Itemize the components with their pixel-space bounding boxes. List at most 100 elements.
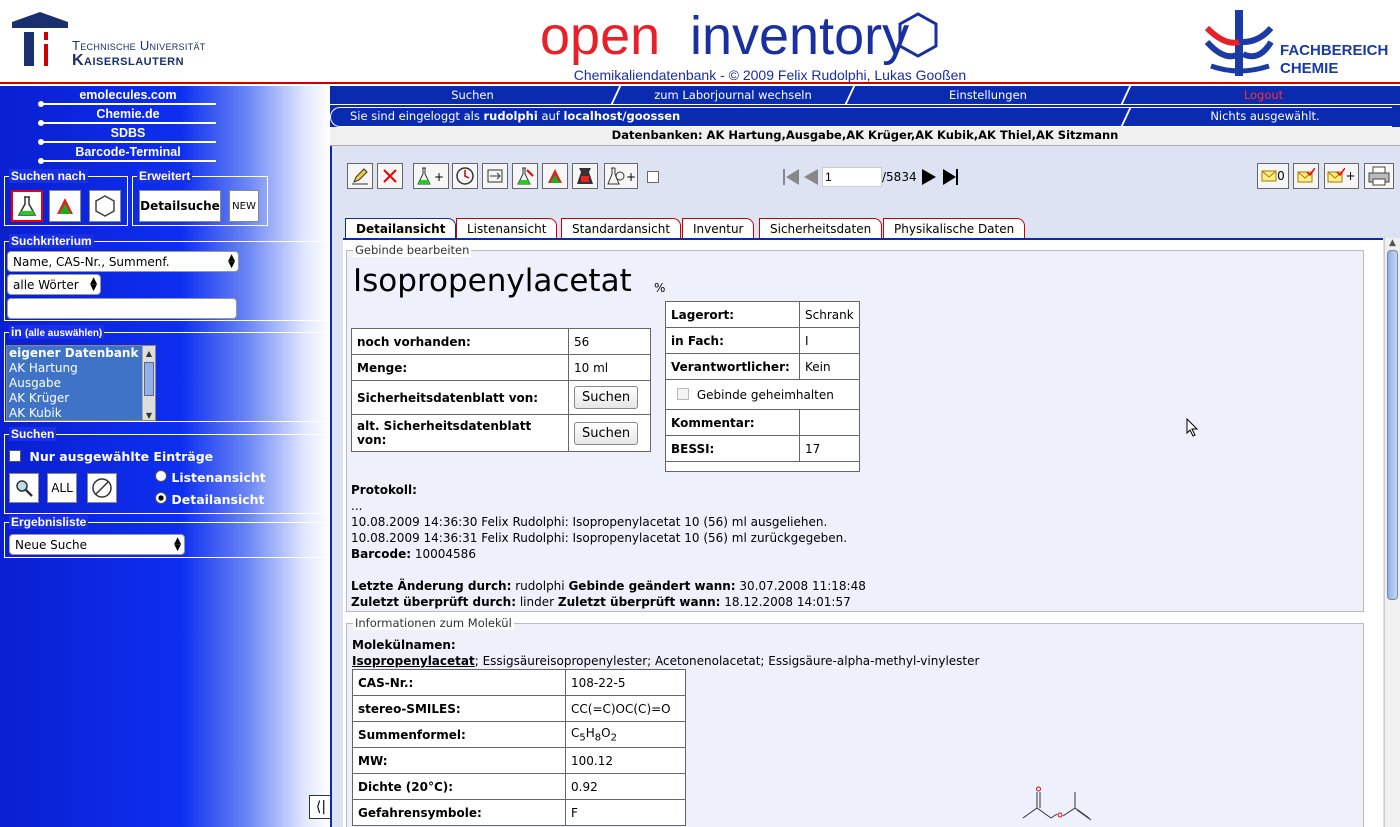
tab-sicherheitsdaten[interactable]: Sicherheitsdaten (759, 218, 883, 238)
words-select[interactable]: alle Wörter ▲ ▼ (7, 274, 101, 295)
in-label: in (11, 325, 22, 339)
ueberprueft-wann-label: Zuletzt überprüft wann: (557, 595, 721, 609)
scroll-thumb[interactable] (1387, 250, 1398, 600)
nav-suchen[interactable]: Suchen (330, 86, 615, 104)
sdb-search-button[interactable]: Suchen (574, 386, 639, 409)
no-entry-icon (92, 478, 112, 498)
kommentar-label: Kommentar: (665, 409, 800, 436)
search-add-button[interactable]: + (604, 163, 638, 189)
login-user: rudolphi (483, 109, 538, 123)
reset-search-button[interactable] (87, 473, 117, 503)
header: Technische Universität Kaiserslautern op… (0, 0, 1400, 84)
next-page-button[interactable] (920, 167, 938, 187)
search-button[interactable] (9, 473, 39, 503)
link-chemie-de[interactable]: Chemie.de (38, 107, 216, 126)
protokoll-dots: ... (351, 499, 363, 513)
delete-button[interactable] (377, 163, 403, 189)
last-page-button[interactable] (940, 167, 960, 187)
in-legend: in (alle auswählen) (9, 325, 105, 339)
search-all-button[interactable]: ALL (47, 473, 77, 503)
ergebnis-select[interactable]: Neue Suche ▲ ▼ (9, 534, 185, 555)
molekuel-legend: Informationen zum Molekül (353, 616, 514, 630)
mail-inbox-button[interactable]: 0 (1257, 163, 1289, 189)
history-button[interactable] (452, 163, 478, 189)
lagerort-label: Lagerort: (665, 301, 800, 328)
nur-ausgewaehlte-checkbox[interactable] (9, 450, 21, 462)
letzte-label: Letzte Änderung durch: (351, 579, 512, 593)
database-list[interactable]: eigener Datenbank AK Hartung Ausgabe AK … (6, 345, 156, 421)
next-page-icon (922, 169, 936, 185)
gefahrensymbole-value: F (565, 799, 686, 827)
tab-inventur[interactable]: Inventur (682, 218, 755, 238)
tab-standardansicht[interactable]: Standardansicht (561, 218, 682, 238)
tab-detailansicht[interactable]: Detailansicht (345, 218, 457, 239)
table-row: Gefahrensymbole: F (352, 799, 686, 827)
flask-arrow-icon (517, 167, 534, 185)
molecule-button[interactable] (542, 163, 568, 189)
search-structure-button[interactable] (89, 190, 121, 222)
list-scrollbar[interactable]: ▲ ▼ (142, 346, 155, 420)
link-barcode-terminal[interactable]: Barcode-Terminal (38, 145, 216, 164)
tab-listenansicht[interactable]: Listenansicht (456, 218, 558, 238)
database-list-item[interactable]: eigener Datenbank (7, 346, 155, 361)
geheim-cell: Gebinde geheimhalten (665, 379, 860, 410)
nur-ausgewaehlte-label: Nur ausgewählte Einträge (29, 449, 214, 464)
chevron-up-icon: ▲ (145, 349, 153, 358)
database-list-item[interactable]: AK Krüger (7, 391, 155, 406)
storage-button[interactable] (572, 163, 598, 189)
link-sdbs[interactable]: SDBS (38, 126, 216, 145)
protokoll-label: Protokoll: (351, 483, 417, 497)
table-row: Menge: 10 ml (351, 354, 651, 381)
database-list-item[interactable]: AK Hartung (7, 361, 155, 376)
radio-checked-icon (155, 492, 167, 504)
nav-einstellungen[interactable]: Einstellungen (851, 86, 1125, 104)
link-emolecules[interactable]: emolecules.com (38, 88, 216, 107)
first-page-button[interactable] (782, 167, 802, 187)
criterion-select[interactable]: Name, CAS-Nr., Summenf. ▲ ▼ (7, 251, 239, 272)
top-navigation: Suchen zum Laborjournal wechseln Einstel… (330, 86, 1400, 104)
sdb-label: Sicherheitsdatenblatt von: (351, 380, 569, 415)
geheim-checkbox[interactable] (677, 387, 689, 400)
database-list-item[interactable]: Ausgabe (7, 376, 155, 391)
add-chemical-button[interactable]: + (413, 163, 449, 189)
table-row: Lagerort: Schrank (665, 301, 860, 328)
page-total: /5834 (882, 170, 917, 184)
fachbereich-text: FACHBEREICH CHEMIE (1280, 42, 1388, 78)
select-checkbox[interactable] (647, 171, 659, 183)
chevron-up-icon[interactable]: ▲ (1385, 238, 1400, 248)
nav-logout[interactable]: Logout (1127, 86, 1400, 104)
new-button[interactable]: NEW (229, 190, 259, 222)
scroll-thumb[interactable] (144, 362, 154, 396)
database-list-item[interactable]: AK Kubik (7, 406, 155, 420)
mail-add-button[interactable]: + (1324, 163, 1359, 189)
barcode-value: 10004586 (414, 547, 476, 561)
noch-vorhanden-label: noch vorhanden: (351, 328, 569, 355)
alle-auswaehlen-link[interactable]: (alle auswählen) (25, 328, 102, 339)
nav-laborjournal[interactable]: zum Laborjournal wechseln (617, 86, 849, 104)
print-button[interactable] (1364, 163, 1394, 189)
search-molecules-button[interactable] (49, 190, 81, 222)
transfer-button[interactable] (482, 163, 508, 189)
prev-page-button[interactable] (802, 167, 820, 187)
search-chemicals-button[interactable] (11, 190, 43, 222)
borrow-button[interactable] (512, 163, 538, 189)
database-bar: Datenbanken: AK Hartung,Ausgabe,AK Krüge… (330, 127, 1400, 146)
content-scrollbar[interactable]: ▲ (1384, 238, 1400, 827)
menge-label: Menge: (351, 354, 569, 381)
search-input[interactable] (7, 298, 237, 319)
sidebar: emolecules.com Chemie.de SDBS Barcode-Te… (0, 86, 338, 827)
listenansicht-option[interactable]: Listenansicht (155, 470, 266, 485)
edit-button[interactable] (347, 163, 373, 189)
geaendert-label: Gebinde geändert wann: (568, 579, 736, 593)
collapse-left-icon: ⟨| (315, 799, 327, 815)
alt-sdb-search-button[interactable]: Suchen (574, 421, 639, 445)
table-row: Verantwortlicher: Kein (665, 353, 860, 380)
mail-send-button[interactable] (1293, 163, 1319, 189)
flask-dark-icon (577, 168, 593, 184)
page-number-input[interactable] (822, 167, 882, 187)
open-inventory-logo: open inventory (540, 6, 938, 66)
tab-physikalische-daten[interactable]: Physikalische Daten (883, 218, 1026, 238)
geaendert-value: 30.07.2008 11:18:48 (739, 579, 866, 593)
detailsuche-button[interactable]: Detailsuche (139, 190, 221, 222)
detailansicht-option[interactable]: Detailansicht (155, 492, 265, 507)
